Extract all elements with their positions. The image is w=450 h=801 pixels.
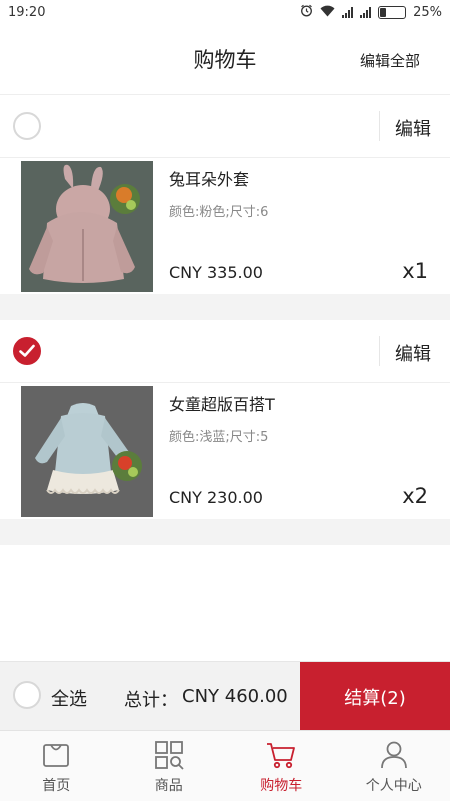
cart-group: 编辑 兔耳朵外套 颜色:粉色;尺寸:6 CNY 335.00 x1 xyxy=(0,95,450,295)
product-attributes: 颜色:粉色;尺寸:6 xyxy=(169,201,268,220)
divider xyxy=(379,336,380,366)
edit-button[interactable]: 编辑 xyxy=(395,115,431,141)
cart-item[interactable]: 女童超版百搭T 颜色:浅蓝;尺寸:5 CNY 230.00 x2 xyxy=(0,383,450,520)
tab-label: 商品 xyxy=(113,775,226,795)
cart-item[interactable]: 兔耳朵外套 颜色:粉色;尺寸:6 CNY 335.00 x1 xyxy=(0,158,450,295)
alarm-icon xyxy=(300,4,313,21)
battery-icon xyxy=(378,6,406,19)
product-name: 女童超版百搭T xyxy=(169,391,275,415)
select-radio[interactable] xyxy=(13,112,41,140)
battery-level: 25% xyxy=(413,5,442,20)
cart-group: 编辑 女童超版百搭T 颜色:浅蓝;尺寸:5 CNY 230.00 x2 xyxy=(0,320,450,520)
edit-button[interactable]: 编辑 xyxy=(395,340,431,366)
select-all-radio[interactable] xyxy=(13,681,41,709)
tab-label: 购物车 xyxy=(225,775,338,795)
tab-profile[interactable]: 个人中心 xyxy=(338,731,450,801)
select-radio-checked[interactable] xyxy=(13,337,41,365)
tab-cart[interactable]: 购物车 xyxy=(225,731,338,801)
product-quantity: x1 xyxy=(402,259,428,283)
tab-label: 个人中心 xyxy=(338,775,450,795)
section-gap xyxy=(0,519,450,545)
tab-home[interactable]: 首页 xyxy=(0,731,113,801)
home-bag-icon xyxy=(41,740,71,770)
status-bar: 19:20 25% xyxy=(0,0,450,26)
signal-icon xyxy=(360,7,371,18)
product-price: CNY 335.00 xyxy=(169,263,263,282)
product-name: 兔耳朵外套 xyxy=(169,166,249,190)
select-all-label[interactable]: 全选 xyxy=(51,685,87,711)
divider xyxy=(379,111,380,141)
total-amount: CNY 460.00 xyxy=(182,686,288,707)
user-icon xyxy=(379,740,409,770)
edit-all-button[interactable]: 编辑全部 xyxy=(360,50,420,71)
product-quantity: x2 xyxy=(402,484,428,508)
cart-group-header: 编辑 xyxy=(0,95,450,158)
grid-search-icon xyxy=(154,740,184,770)
wifi-icon xyxy=(320,5,335,21)
section-gap xyxy=(0,294,450,320)
status-time: 19:20 xyxy=(8,5,45,20)
cart-icon xyxy=(266,740,296,770)
nav-bar: 购物车 编辑全部 xyxy=(0,26,450,95)
tab-label: 首页 xyxy=(0,775,113,795)
total-label: 总计： xyxy=(124,686,178,712)
product-attributes: 颜色:浅蓝;尺寸:5 xyxy=(169,426,268,445)
tab-products[interactable]: 商品 xyxy=(113,731,226,801)
product-image xyxy=(21,161,153,292)
product-price: CNY 230.00 xyxy=(169,488,263,507)
cart-group-header: 编辑 xyxy=(0,320,450,383)
signal-icon xyxy=(342,7,353,18)
checkout-button[interactable]: 结算(2) xyxy=(300,662,450,731)
checkmark-icon xyxy=(19,344,35,358)
tab-bar: 首页 商品 购物车 个人中心 xyxy=(0,730,450,801)
checkout-bar: 全选 总计： CNY 460.00 结算(2) xyxy=(0,661,450,731)
product-image xyxy=(21,386,153,517)
